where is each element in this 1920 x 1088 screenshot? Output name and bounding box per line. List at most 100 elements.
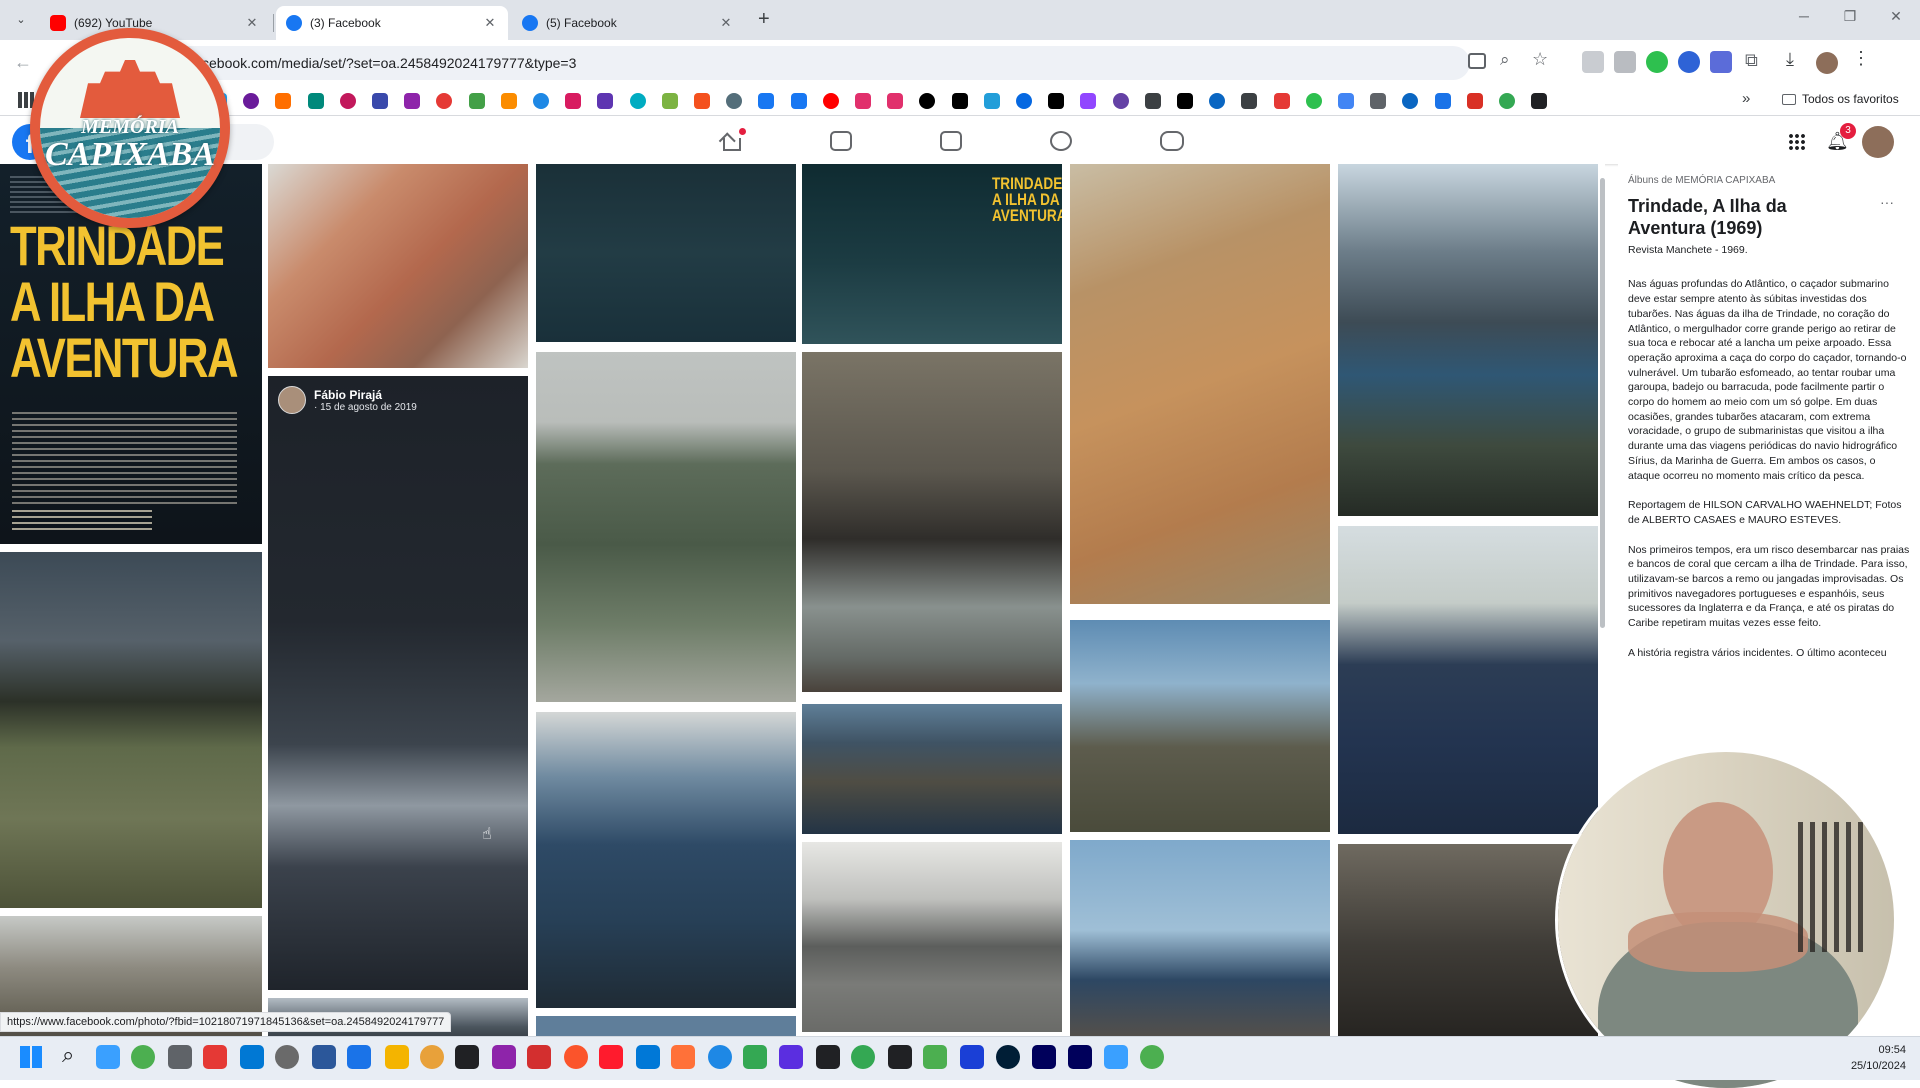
photo-rock-peak[interactable] (536, 352, 796, 702)
tab-facebook-active[interactable]: (3) Facebook ✕ (276, 6, 508, 40)
bookmark-favicon-icon[interactable] (1080, 93, 1097, 109)
bookmark-favicon-icon[interactable] (1273, 93, 1290, 109)
obs-icon[interactable] (527, 1045, 551, 1069)
audition-icon[interactable] (1104, 1045, 1128, 1069)
bookmarks-overflow-icon[interactable]: » (1742, 90, 1750, 107)
vimeo-icon[interactable] (1032, 1045, 1056, 1069)
extension-icon[interactable] (1678, 51, 1700, 73)
start-windows-icon[interactable] (20, 1046, 42, 1068)
opera-icon[interactable] (671, 1045, 695, 1069)
bookmark-favicon-icon[interactable] (500, 93, 517, 109)
author-avatar[interactable] (278, 386, 306, 414)
firefox-icon[interactable] (743, 1045, 767, 1069)
onenote-icon[interactable] (564, 1045, 588, 1069)
file-explorer-icon[interactable] (455, 1045, 479, 1069)
bookmark-favicon-icon[interactable] (307, 93, 324, 109)
gaming-icon[interactable] (1160, 131, 1184, 151)
bookmark-favicon-icon[interactable] (565, 93, 582, 109)
clock-date[interactable]: 25/10/2024 (1846, 1060, 1906, 1072)
bookmark-favicon-icon[interactable] (1016, 93, 1032, 109)
bookmark-favicon-icon[interactable] (275, 93, 292, 109)
bookmark-favicon-icon[interactable] (1048, 93, 1065, 109)
extension-icon[interactable] (1582, 51, 1604, 73)
install-app-icon[interactable] (1468, 53, 1486, 69)
bookmark-star-icon[interactable]: ☆ (1532, 49, 1548, 70)
photo-rocky-island[interactable] (802, 704, 1062, 834)
download-icon[interactable]: ⤓ (1786, 49, 1794, 70)
browser-menu-icon[interactable]: ⋮ (1852, 48, 1870, 69)
close-tab-icon[interactable]: ✕ (244, 15, 260, 31)
extension-icon[interactable] (1710, 51, 1732, 73)
bookmark-favicon-icon[interactable] (339, 93, 356, 109)
video-app-icon[interactable] (851, 1045, 875, 1069)
bookmark-favicon-icon[interactable] (1305, 93, 1322, 109)
post-date[interactable]: · 15 de agosto de 2019 (314, 402, 417, 413)
photo-beach-mountains[interactable] (0, 552, 262, 908)
photo-divers-with-shark[interactable] (268, 164, 528, 368)
clock-time[interactable]: 09:54 (1856, 1044, 1906, 1056)
bookmark-favicon-icon[interactable] (983, 93, 1000, 109)
edge-icon[interactable] (708, 1045, 732, 1069)
photos-icon[interactable] (131, 1045, 155, 1069)
account-avatar[interactable] (1862, 126, 1894, 158)
obs-studio-icon[interactable] (888, 1045, 912, 1069)
photo-diver-cover[interactable]: TRINDADE A ILHA DA AVENTURA (802, 164, 1062, 344)
vpn-icon[interactable] (996, 1045, 1020, 1069)
capcut-icon[interactable] (960, 1045, 984, 1069)
photo-raft-landing[interactable] (1338, 526, 1598, 834)
coin-icon[interactable] (420, 1045, 444, 1069)
bookmark-favicon-icon[interactable] (597, 93, 614, 109)
photo-rock-arch[interactable] (802, 352, 1062, 692)
bookmark-favicon-icon[interactable] (629, 93, 646, 109)
photoshop-icon[interactable] (1068, 1045, 1092, 1069)
photo-helicopter-ship[interactable] (1070, 840, 1330, 1036)
address-bar[interactable]: cebook.com/media/set/?set=oa.24584920241… (150, 46, 1470, 80)
audio-app-icon[interactable] (492, 1045, 516, 1069)
grid-scrollbar[interactable] (1600, 178, 1605, 628)
photo-swimmers-rocks[interactable] (536, 712, 796, 1008)
photo-cliff-waves[interactable]: Fábio Pirajá · 15 de agosto de 2019 ☝︎ (268, 376, 528, 990)
extensions-puzzle-icon[interactable]: ⧉ (1745, 50, 1758, 71)
bookmark-favicon-icon[interactable] (758, 93, 775, 109)
bookmarks-folder[interactable]: Todos os favoritos (1782, 92, 1899, 106)
album-breadcrumb[interactable]: Álbuns de MEMÓRIA CAPIXABA (1628, 174, 1910, 189)
snipping-tool-icon[interactable] (203, 1045, 227, 1069)
bookmark-favicon-icon[interactable] (372, 93, 388, 109)
camera-icon[interactable] (168, 1045, 192, 1069)
chart-app-icon[interactable] (923, 1045, 947, 1069)
photo-island-bay[interactable] (1338, 164, 1598, 516)
bookmark-favicon-icon[interactable] (694, 93, 710, 109)
bookmark-favicon-icon[interactable] (790, 93, 807, 109)
bookmark-favicon-icon[interactable] (1370, 93, 1387, 109)
bookmark-favicon-icon[interactable] (1499, 93, 1515, 109)
bookmark-favicon-icon[interactable] (887, 93, 904, 109)
close-tab-icon[interactable]: ✕ (718, 15, 734, 31)
menu-grid-icon[interactable] (1788, 133, 1806, 151)
vivaldi-icon[interactable] (599, 1045, 623, 1069)
photo-eroded-hill[interactable] (1070, 164, 1330, 604)
chrome-icon[interactable] (816, 1045, 840, 1069)
bookmark-favicon-icon[interactable] (855, 93, 871, 109)
brave-icon[interactable] (636, 1045, 660, 1069)
zoom-icon[interactable]: ⌕ (1500, 50, 1510, 70)
author-name[interactable]: Fábio Pirajá (314, 388, 417, 402)
word-icon[interactable] (385, 1045, 409, 1069)
bookmark-favicon-icon[interactable] (1531, 93, 1548, 109)
home-icon[interactable] (718, 128, 746, 152)
back-icon[interactable]: ← (14, 52, 32, 73)
bookmark-favicon-icon[interactable] (1177, 93, 1193, 109)
bookmark-favicon-icon[interactable] (533, 93, 549, 109)
bookmark-favicon-icon[interactable] (404, 93, 421, 109)
bookmark-favicon-icon[interactable] (661, 93, 678, 109)
minimize-icon[interactable]: ─ (1784, 8, 1824, 24)
bookmark-favicon-icon[interactable] (1338, 93, 1354, 109)
search-icon[interactable]: ⌕ (62, 1042, 74, 1068)
bookmark-favicon-icon[interactable] (1466, 93, 1483, 109)
photo-valley-peak[interactable] (1070, 620, 1330, 832)
paint-icon[interactable] (275, 1045, 299, 1069)
calculator-icon[interactable] (240, 1045, 264, 1069)
extension-icon[interactable] (1646, 51, 1668, 73)
gear-icon[interactable] (312, 1045, 336, 1069)
audition-icon[interactable] (1140, 1045, 1164, 1069)
bookmark-favicon-icon[interactable] (1112, 93, 1129, 109)
